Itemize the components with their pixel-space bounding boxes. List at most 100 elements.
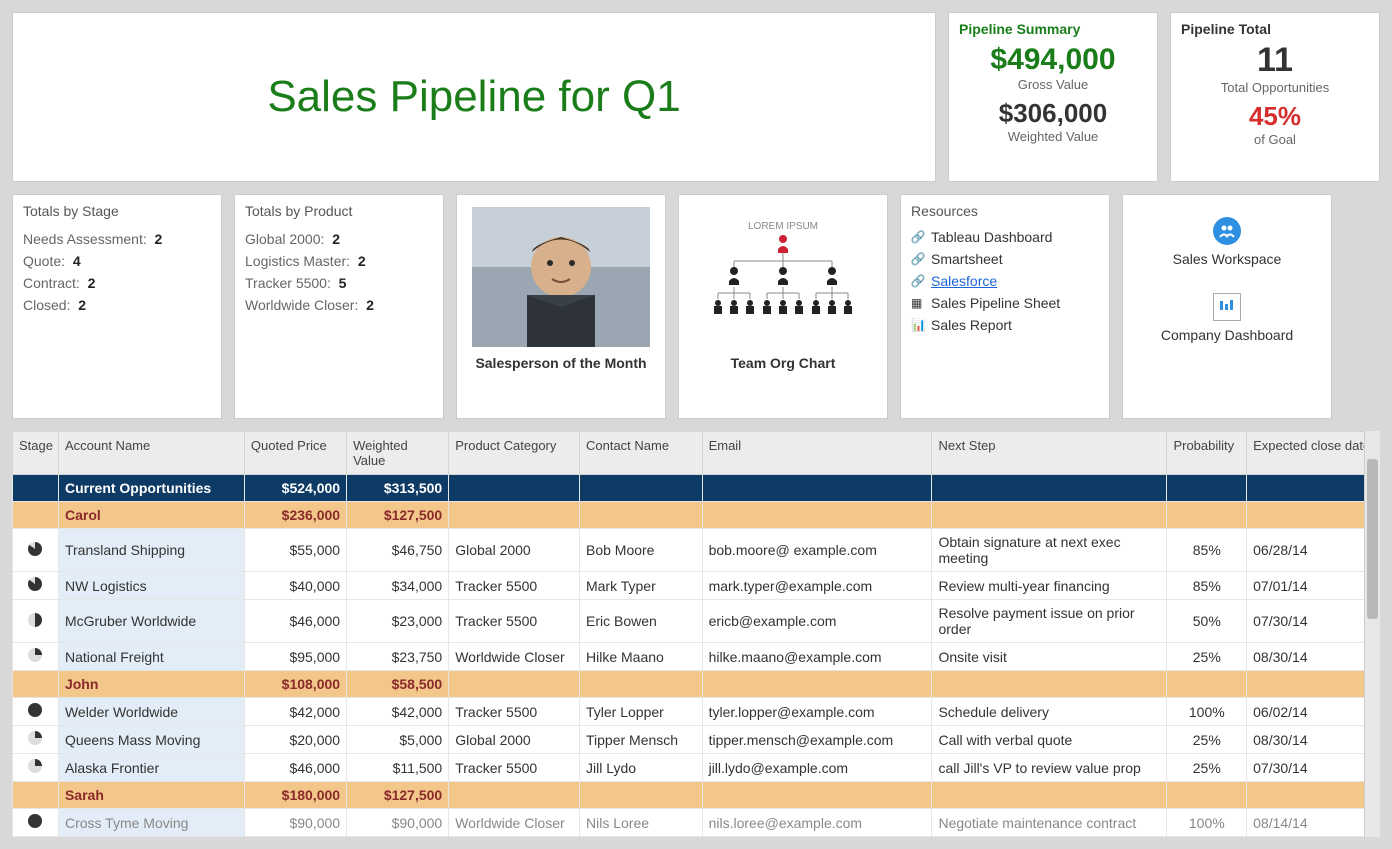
- product-category[interactable]: Global 2000: [449, 726, 580, 754]
- resource-link[interactable]: 🔗Salesforce: [911, 273, 1099, 289]
- table-row[interactable]: Welder Worldwide$42,000$42,000Tracker 55…: [13, 698, 1380, 726]
- cell[interactable]: [1247, 475, 1380, 502]
- cell[interactable]: [932, 782, 1167, 809]
- group-name[interactable]: Carol: [58, 502, 244, 529]
- column-header[interactable]: Stage: [13, 432, 59, 475]
- quoted-price[interactable]: $20,000: [244, 726, 346, 754]
- cell[interactable]: [449, 671, 580, 698]
- cell[interactable]: [579, 782, 702, 809]
- expected-close-date[interactable]: 08/14/14: [1247, 809, 1380, 837]
- resource-link[interactable]: 📊Sales Report: [911, 317, 1099, 333]
- vertical-scrollbar[interactable]: [1364, 431, 1380, 837]
- product-category[interactable]: Global 2000: [449, 529, 580, 572]
- stage-cell[interactable]: [13, 643, 59, 671]
- contact-name[interactable]: Tipper Mensch: [579, 726, 702, 754]
- summary-row[interactable]: Current Opportunities$524,000$313,500: [13, 475, 1380, 502]
- probability[interactable]: 25%: [1167, 643, 1247, 671]
- cell[interactable]: [932, 671, 1167, 698]
- next-step[interactable]: Resolve payment issue on prior order: [932, 600, 1167, 643]
- column-header[interactable]: Contact Name: [579, 432, 702, 475]
- product-category[interactable]: Tracker 5500: [449, 572, 580, 600]
- account-name[interactable]: National Freight: [58, 643, 244, 671]
- group-row[interactable]: John$108,000$58,500: [13, 671, 1380, 698]
- opportunities-table[interactable]: StageAccount NameQuoted PriceWeighted Va…: [12, 431, 1380, 837]
- group-weighted[interactable]: $127,500: [347, 502, 449, 529]
- contact-name[interactable]: Hilke Maano: [579, 643, 702, 671]
- cell[interactable]: [702, 671, 932, 698]
- quoted-price[interactable]: $46,000: [244, 600, 346, 643]
- sales-workspace-link[interactable]: Sales Workspace: [1133, 217, 1321, 267]
- expected-close-date[interactable]: 08/30/14: [1247, 726, 1380, 754]
- weighted-value[interactable]: $34,000: [347, 572, 449, 600]
- expected-close-date[interactable]: 07/30/14: [1247, 754, 1380, 782]
- probability[interactable]: 25%: [1167, 754, 1247, 782]
- product-category[interactable]: Tracker 5500: [449, 698, 580, 726]
- email[interactable]: bob.moore@ example.com: [702, 529, 932, 572]
- summary-label[interactable]: Current Opportunities: [58, 475, 244, 502]
- cell[interactable]: [13, 671, 59, 698]
- next-step[interactable]: call Jill's VP to review value prop: [932, 754, 1167, 782]
- cell[interactable]: [13, 502, 59, 529]
- quoted-price[interactable]: $95,000: [244, 643, 346, 671]
- scrollbar-thumb[interactable]: [1367, 459, 1378, 619]
- weighted-value[interactable]: $23,000: [347, 600, 449, 643]
- product-category[interactable]: Worldwide Closer: [449, 809, 580, 837]
- weighted-value[interactable]: $90,000: [347, 809, 449, 837]
- account-name[interactable]: Cross Tyme Moving: [58, 809, 244, 837]
- contact-name[interactable]: Bob Moore: [579, 529, 702, 572]
- expected-close-date[interactable]: 07/30/14: [1247, 600, 1380, 643]
- account-name[interactable]: Welder Worldwide: [58, 698, 244, 726]
- quoted-price[interactable]: $90,000: [244, 809, 346, 837]
- cell[interactable]: [932, 502, 1167, 529]
- column-header[interactable]: Quoted Price: [244, 432, 346, 475]
- account-name[interactable]: McGruber Worldwide: [58, 600, 244, 643]
- weighted-value[interactable]: $42,000: [347, 698, 449, 726]
- group-weighted[interactable]: $58,500: [347, 671, 449, 698]
- column-header[interactable]: Product Category: [449, 432, 580, 475]
- resource-link[interactable]: 🔗Tableau Dashboard: [911, 229, 1099, 245]
- product-category[interactable]: Worldwide Closer: [449, 643, 580, 671]
- email[interactable]: tipper.mensch@example.com: [702, 726, 932, 754]
- expected-close-date[interactable]: 06/28/14: [1247, 529, 1380, 572]
- group-row[interactable]: Carol$236,000$127,500: [13, 502, 1380, 529]
- orgchart-card[interactable]: LOREM IPSUM T: [678, 194, 888, 419]
- cell[interactable]: [449, 782, 580, 809]
- stage-cell[interactable]: [13, 572, 59, 600]
- cell[interactable]: [13, 782, 59, 809]
- contact-name[interactable]: Nils Loree: [579, 809, 702, 837]
- probability[interactable]: 25%: [1167, 726, 1247, 754]
- cell[interactable]: [1167, 782, 1247, 809]
- next-step[interactable]: Negotiate maintenance contract: [932, 809, 1167, 837]
- email[interactable]: ericb@example.com: [702, 600, 932, 643]
- table-row[interactable]: NW Logistics$40,000$34,000Tracker 5500Ma…: [13, 572, 1380, 600]
- column-header[interactable]: Next Step: [932, 432, 1167, 475]
- product-category[interactable]: Tracker 5500: [449, 754, 580, 782]
- expected-close-date[interactable]: 06/02/14: [1247, 698, 1380, 726]
- table-row[interactable]: McGruber Worldwide$46,000$23,000Tracker …: [13, 600, 1380, 643]
- cell[interactable]: [932, 475, 1167, 502]
- group-row[interactable]: Sarah$180,000$127,500: [13, 782, 1380, 809]
- probability[interactable]: 100%: [1167, 698, 1247, 726]
- group-weighted[interactable]: $127,500: [347, 782, 449, 809]
- cell[interactable]: [579, 502, 702, 529]
- weighted-value[interactable]: $46,750: [347, 529, 449, 572]
- stage-cell[interactable]: [13, 600, 59, 643]
- cell[interactable]: [449, 502, 580, 529]
- stage-cell[interactable]: [13, 726, 59, 754]
- table-row[interactable]: Queens Mass Moving$20,000$5,000Global 20…: [13, 726, 1380, 754]
- quoted-price[interactable]: $42,000: [244, 698, 346, 726]
- company-dashboard-link[interactable]: Company Dashboard: [1133, 293, 1321, 343]
- column-header[interactable]: Weighted Value: [347, 432, 449, 475]
- resource-link[interactable]: 🔗Smartsheet: [911, 251, 1099, 267]
- cell[interactable]: [1167, 671, 1247, 698]
- column-header[interactable]: Expected close date: [1247, 432, 1380, 475]
- next-step[interactable]: Review multi-year financing: [932, 572, 1167, 600]
- column-header[interactable]: Email: [702, 432, 932, 475]
- quoted-price[interactable]: $40,000: [244, 572, 346, 600]
- group-name[interactable]: John: [58, 671, 244, 698]
- contact-name[interactable]: Tyler Lopper: [579, 698, 702, 726]
- stage-cell[interactable]: [13, 809, 59, 837]
- quoted-price[interactable]: $46,000: [244, 754, 346, 782]
- cell[interactable]: [1247, 782, 1380, 809]
- cell[interactable]: [1167, 502, 1247, 529]
